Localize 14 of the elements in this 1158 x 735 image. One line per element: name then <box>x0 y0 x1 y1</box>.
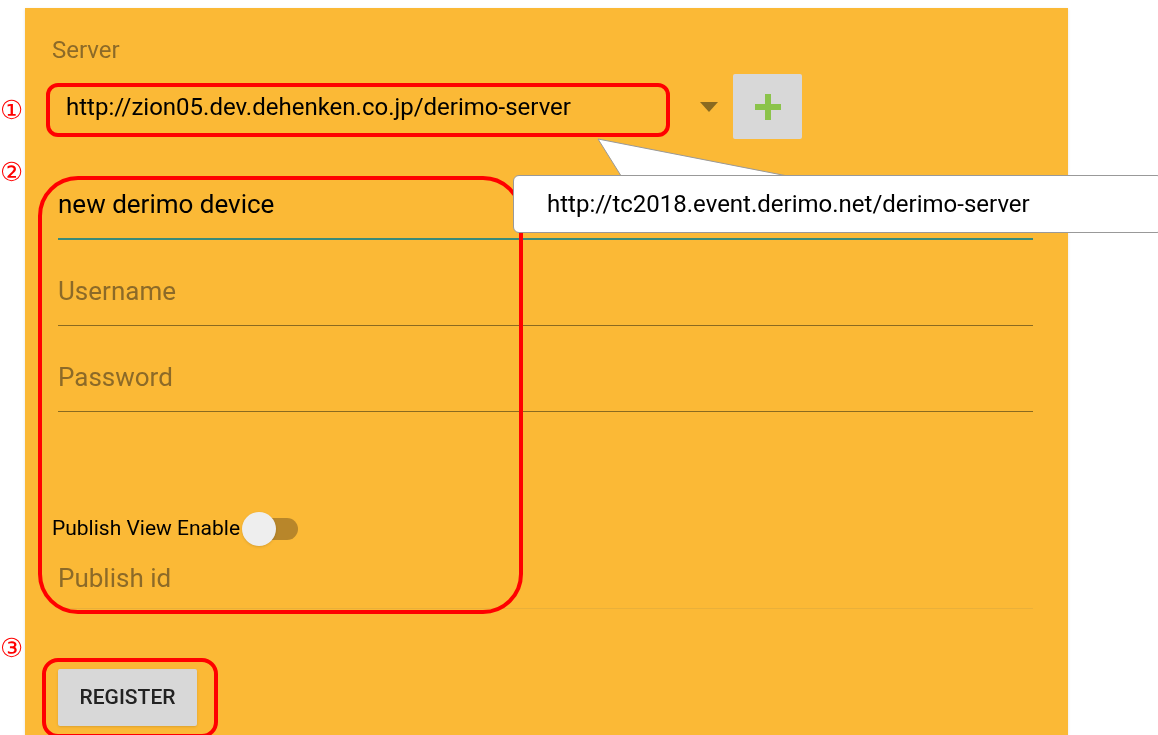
caret-icon <box>700 101 718 112</box>
add-button[interactable] <box>733 74 802 139</box>
register-button[interactable]: REGISTER <box>58 669 197 726</box>
publish-id-field[interactable]: Publish id <box>58 559 1033 598</box>
server-dropdown[interactable]: http://zion05.dev.dehenken.co.jp/derimo-server <box>66 86 686 127</box>
text-field[interactable]: Password <box>58 358 488 397</box>
server-label: Server <box>52 35 120 66</box>
step-marker: ① <box>0 94 24 127</box>
text-field[interactable]: Username <box>58 272 488 311</box>
toggle-label: Publish View Enable <box>52 515 241 543</box>
text-field[interactable]: new derimo device <box>58 185 488 224</box>
plus-icon <box>752 91 783 122</box>
step-marker: ③ <box>0 632 24 665</box>
step-marker: ② <box>0 156 24 189</box>
